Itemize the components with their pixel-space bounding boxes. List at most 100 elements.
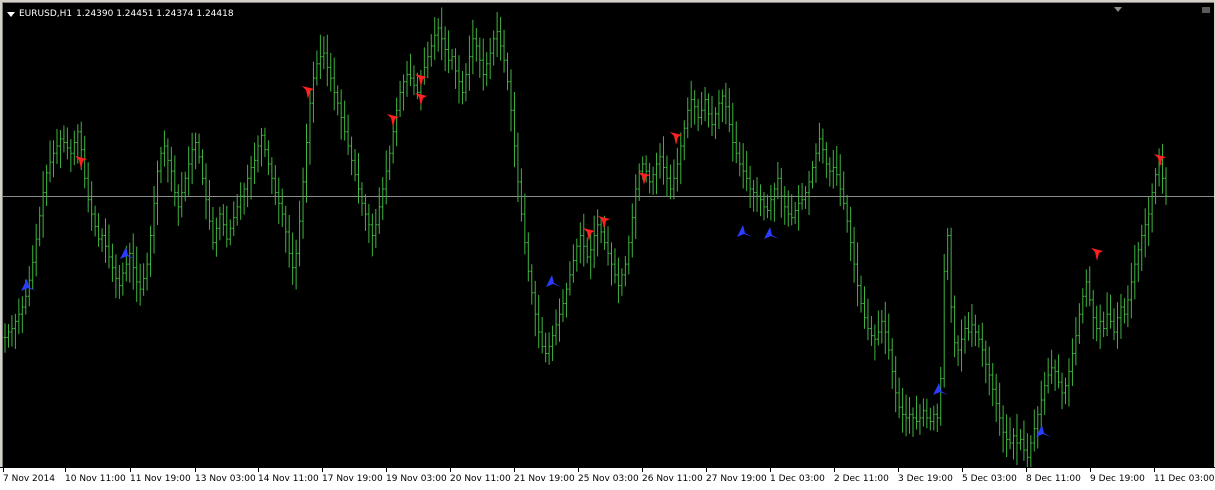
time-axis-label: 25 Nov 03:00 [578,474,639,484]
price-bar [1088,266,1092,307]
price-bar [1129,262,1133,319]
price-bar [512,91,516,168]
price-bar [280,188,284,228]
price-bar [405,60,409,97]
price-bar [908,397,912,434]
price-bar [876,310,880,346]
price-bar [287,215,291,268]
price-bar [454,48,458,89]
price-bar [811,161,815,189]
price-bar [239,182,243,220]
price-bar [630,203,634,258]
price-bar [204,163,208,220]
price-bar [838,154,842,206]
price-bar [1022,420,1026,461]
price-bar [318,34,322,79]
price-bar [894,356,898,413]
price-bar [336,85,340,116]
price-bar [221,204,225,236]
price-bar [1157,148,1161,187]
price-bar [242,182,246,215]
price-chart-area[interactable]: EURUSD,H1 1.24390 1.24451 1.24374 1.2441… [2,2,1214,468]
red-arrow-down-icon [670,132,682,145]
price-bar [648,163,652,194]
time-tick [258,468,259,472]
price-bar [41,171,45,238]
price-bar [869,315,873,346]
price-bar [966,312,970,341]
time-tick [514,468,515,472]
price-bar [953,295,957,358]
time-axis-label: 27 Nov 19:00 [706,474,767,484]
price-bar [142,263,146,296]
price-bar [675,147,679,192]
price-bar [817,122,821,162]
red-arrow-down-icon [1154,154,1166,167]
price-bar [897,377,901,419]
price-bar [561,289,565,322]
price-bar [1032,409,1036,452]
price-bar [110,243,114,282]
triangle-down-icon[interactable] [7,11,15,17]
price-bar [634,174,638,240]
price-bar [488,37,492,80]
price-bar [682,120,686,161]
price-bar [1029,435,1033,467]
time-tick [1090,468,1091,472]
price-bar [1067,358,1071,407]
price-bar [253,142,257,185]
time-tick [322,468,323,472]
price-bar [350,136,354,176]
price-bar [1005,414,1009,458]
price-bar [1115,302,1119,349]
price-bar [97,213,101,247]
price-bar [322,36,326,70]
price-bar [90,181,94,231]
chart-shift-marker-icon[interactable] [1114,7,1122,12]
price-bar [225,205,229,248]
price-bar [960,319,964,372]
chart-window[interactable]: EURUSD,H1 1.24390 1.24451 1.24374 1.2441… [0,0,1215,490]
price-bar [1043,371,1047,415]
red-arrow-down-icon [387,114,399,127]
time-axis-label: 17 Nov 19:00 [322,474,383,484]
price-bar [131,233,135,290]
price-bar [755,177,759,212]
price-bar [249,155,253,200]
price-bar [197,133,201,164]
price-bar [599,218,603,244]
time-axis-label: 26 Nov 11:00 [642,474,703,484]
price-bar [201,149,205,185]
price-bar [606,226,610,266]
time-tick [834,468,835,472]
price-bar [620,268,624,296]
price-bar [162,130,166,167]
time-axis-label: 8 Dec 11:00 [1026,474,1081,484]
price-bar [128,242,132,283]
price-bar [218,206,222,241]
price-bar [1109,294,1113,329]
price-bar [1091,289,1095,340]
price-bar [710,95,714,137]
price-bar [412,65,416,96]
time-tick [65,468,66,472]
price-bar [228,219,232,246]
price-bar [752,180,756,212]
price-bar [17,298,21,335]
price-bar [765,194,769,219]
price-bar [665,155,669,197]
price-bar [246,164,250,208]
price-bar [34,223,38,277]
price-bar [408,53,412,87]
price-bar [623,255,627,287]
price-bar [1012,428,1016,460]
price-chart-svg[interactable] [3,3,1214,468]
price-bar [173,155,177,207]
price-bar [38,206,42,247]
price-bar [991,363,995,407]
price-bar [984,340,988,384]
price-bar [1161,143,1165,194]
price-bar [1147,196,1151,246]
price-bar [363,194,367,231]
price-bar [523,193,527,255]
